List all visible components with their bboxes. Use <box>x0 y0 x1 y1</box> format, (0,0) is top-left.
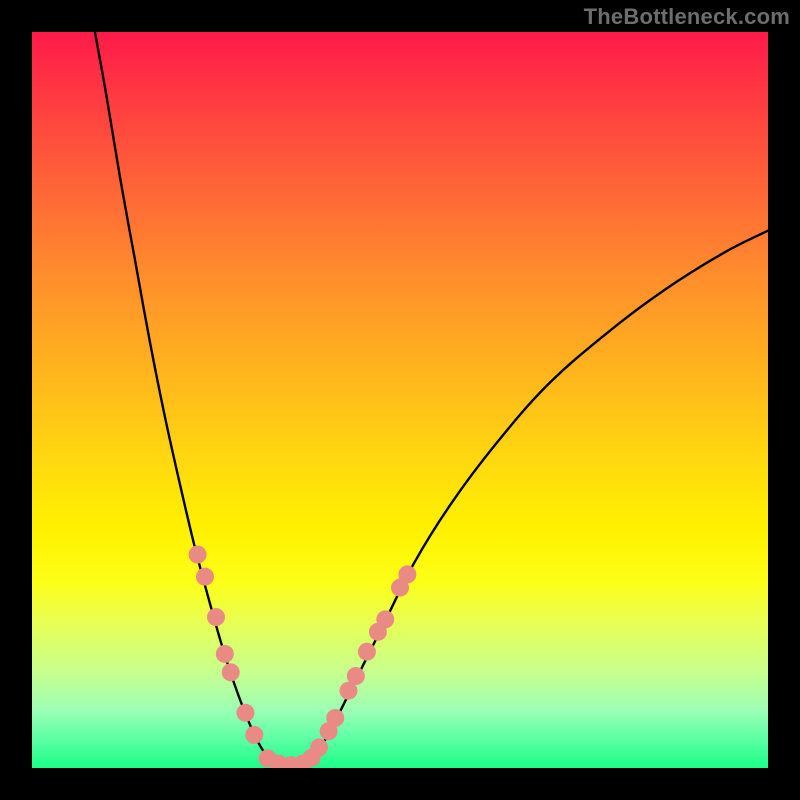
chart-container: TheBottleneck.com <box>0 0 800 800</box>
plot-area <box>32 32 768 768</box>
branding-text: TheBottleneck.com <box>584 4 790 30</box>
data-point <box>347 667 365 685</box>
data-point <box>398 565 416 583</box>
data-point <box>222 663 240 681</box>
data-point <box>376 610 394 628</box>
data-point <box>236 704 254 722</box>
markers-group <box>189 546 417 768</box>
data-point <box>216 645 234 663</box>
chart-svg <box>32 32 768 768</box>
data-point <box>189 546 207 564</box>
data-point <box>326 709 344 727</box>
bottleneck-curve <box>91 32 768 766</box>
data-point <box>245 726 263 744</box>
curves-group <box>91 32 768 766</box>
data-point <box>196 568 214 586</box>
data-point <box>358 643 376 661</box>
data-point <box>207 608 225 626</box>
data-point <box>310 738 328 756</box>
